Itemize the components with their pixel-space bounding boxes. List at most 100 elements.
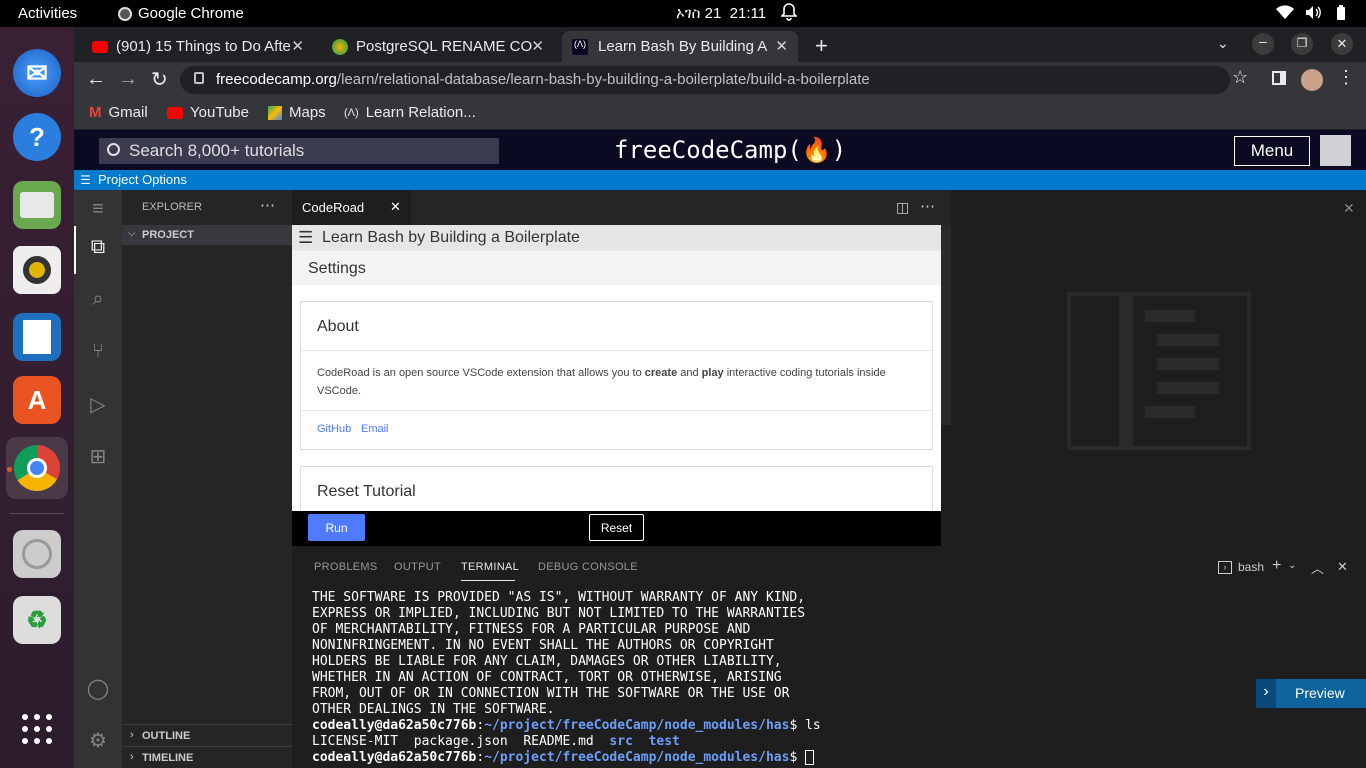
extensions-icon[interactable]: ⊞ bbox=[86, 444, 110, 468]
maximize-panel-icon[interactable]: ︿ bbox=[1311, 558, 1324, 577]
wifi-icon[interactable] bbox=[1276, 5, 1294, 24]
browser-tab-youtube[interactable]: (901) 15 Things to Do Afte ✕ bbox=[74, 31, 314, 62]
thunderbird-icon[interactable]: ✉ bbox=[13, 49, 61, 97]
tab-coderoad[interactable]: CodeRoad ✕ bbox=[292, 190, 411, 225]
menu-icon[interactable]: ≡ bbox=[86, 198, 110, 222]
gmail-icon: M bbox=[89, 104, 102, 121]
activities-button[interactable]: Activities bbox=[18, 5, 77, 22]
writer-icon[interactable] bbox=[13, 313, 61, 361]
preview-button[interactable]: › Preview bbox=[1256, 679, 1366, 708]
browser-tab-postgres[interactable]: PostgreSQL RENAME CO ✕ bbox=[314, 31, 554, 62]
browser-tab-active[interactable]: (Λ) Learn Bash By Building A ✕ bbox=[562, 31, 798, 62]
youtube-icon bbox=[92, 40, 108, 53]
apps-grid-icon[interactable] bbox=[13, 705, 61, 753]
explorer-title: EXPLORER bbox=[142, 201, 202, 213]
cursor bbox=[805, 750, 815, 765]
bookmark-label: Learn Relation... bbox=[365, 104, 476, 121]
files-explorer-icon[interactable]: ⧉ bbox=[86, 236, 110, 260]
terminal-output[interactable]: THE SOFTWARE IS PROVIDED "AS IS", WITHOU… bbox=[312, 590, 1212, 766]
disc-icon[interactable] bbox=[13, 530, 61, 578]
terminal-line: OTHER DEALINGS IN THE SOFTWARE. bbox=[312, 702, 555, 717]
bookmark-gmail[interactable]: M Gmail bbox=[89, 104, 148, 121]
terminal-line: HOLDERS BE LIABLE FOR ANY CLAIM, DAMAGES… bbox=[312, 654, 782, 669]
profile-avatar[interactable] bbox=[1301, 69, 1323, 91]
lock-icon bbox=[194, 72, 204, 84]
terminal-shell-selector[interactable]: › bash bbox=[1218, 560, 1264, 574]
files-icon[interactable] bbox=[13, 181, 61, 229]
running-indicator bbox=[7, 467, 12, 472]
back-menu-icon[interactable]: ☰ bbox=[298, 228, 313, 248]
clock[interactable]: ኦገስ 21 21:11 bbox=[676, 5, 766, 22]
app-menu[interactable]: Google Chrome bbox=[118, 5, 244, 22]
minimize-icon[interactable]: – bbox=[1252, 33, 1274, 55]
bookmark-maps[interactable]: Maps bbox=[268, 104, 326, 121]
outline-section[interactable]: › OUTLINE bbox=[122, 724, 292, 746]
new-terminal-icon[interactable]: + bbox=[1272, 557, 1281, 575]
coderoad-footer: Run Reset bbox=[292, 511, 941, 546]
tab-terminal[interactable]: TERMINAL bbox=[461, 561, 519, 573]
license-text: THE SOFTWARE IS PROVIDED "AS IS", WITHOU… bbox=[312, 590, 1212, 718]
more-actions-icon[interactable]: ⋯ bbox=[920, 197, 935, 215]
more-actions-icon[interactable]: ⋯ bbox=[260, 196, 275, 214]
account-icon[interactable]: ◯ bbox=[86, 676, 110, 700]
timeline-section[interactable]: › TIMELINE bbox=[122, 746, 292, 768]
dock-separator bbox=[10, 513, 64, 514]
tab-output[interactable]: OUTPUT bbox=[394, 561, 441, 573]
close-icon[interactable]: ✕ bbox=[1343, 200, 1355, 217]
app-center-icon[interactable]: A bbox=[13, 376, 61, 424]
settings-gear-icon[interactable]: ⚙ bbox=[86, 728, 110, 752]
prompt-line: codeally@da62a50c776b:~/project/freeCode… bbox=[312, 718, 821, 733]
divider bbox=[301, 350, 932, 351]
kebab-menu-icon[interactable]: ⋮ bbox=[1337, 67, 1355, 88]
volume-icon[interactable] bbox=[1305, 5, 1321, 24]
project-options-bar[interactable]: ☰ Project Options bbox=[74, 170, 1366, 190]
bookmark-youtube[interactable]: YouTube bbox=[167, 104, 249, 121]
email-link[interactable]: Email bbox=[361, 423, 389, 435]
reload-icon[interactable]: ↻ bbox=[151, 67, 168, 92]
menu-button[interactable]: Menu bbox=[1234, 136, 1310, 166]
chrome-app-icon bbox=[118, 6, 132, 21]
about-title: About bbox=[317, 318, 359, 335]
search-input[interactable]: Search 8,000+ tutorials bbox=[99, 138, 499, 164]
rhythmbox-icon[interactable] bbox=[13, 246, 61, 294]
bell-icon[interactable] bbox=[780, 3, 798, 25]
window-close-icon[interactable]: ✕ bbox=[1331, 33, 1353, 55]
webview-scrollbar[interactable] bbox=[941, 225, 951, 425]
coderoad-header: ☰ Learn Bash by Building a Boilerplate bbox=[292, 225, 941, 251]
vscode-watermark-icon bbox=[1067, 292, 1251, 450]
close-panel-icon[interactable]: ✕ bbox=[1337, 559, 1348, 575]
close-tab-icon[interactable]: ✕ bbox=[291, 37, 304, 55]
tab-title: (901) 15 Things to Do Afte bbox=[116, 38, 291, 55]
help-icon[interactable]: ? bbox=[13, 113, 61, 161]
terminal-line: THE SOFTWARE IS PROVIDED "AS IS", WITHOU… bbox=[312, 590, 806, 605]
close-tab-icon[interactable]: ✕ bbox=[775, 37, 788, 55]
search-icon[interactable]: ⌕ bbox=[86, 288, 110, 312]
tab-debug-console[interactable]: DEBUG CONSOLE bbox=[538, 561, 638, 573]
trash-icon[interactable]: ♻ bbox=[13, 596, 61, 644]
side-panel-icon[interactable] bbox=[1272, 71, 1286, 85]
fcc-logo[interactable]: freeCodeCamp(🔥) bbox=[614, 136, 846, 164]
github-link[interactable]: GitHub bbox=[317, 423, 351, 435]
run-button[interactable]: Run bbox=[308, 514, 365, 541]
restore-icon[interactable]: ❐ bbox=[1291, 33, 1313, 55]
tab-problems[interactable]: PROBLEMS bbox=[314, 561, 378, 573]
tab-search-icon[interactable]: ⌄ bbox=[1217, 35, 1229, 52]
reset-button[interactable]: Reset bbox=[589, 514, 644, 541]
address-bar[interactable]: freecodecamp.org/learn/relational-databa… bbox=[180, 66, 1230, 94]
user-avatar[interactable] bbox=[1320, 135, 1351, 166]
chrome-icon[interactable] bbox=[6, 437, 68, 499]
bookmark-learn-relational[interactable]: (Λ) Learn Relation... bbox=[344, 104, 476, 121]
close-tab-icon[interactable]: ✕ bbox=[531, 37, 544, 55]
bookmarks-bar: M Gmail YouTube Maps (Λ) Learn Relation... bbox=[74, 98, 1366, 129]
close-icon[interactable]: ✕ bbox=[390, 199, 401, 215]
forward-icon[interactable]: → bbox=[118, 68, 138, 91]
bookmark-star-icon[interactable]: ☆ bbox=[1232, 67, 1248, 88]
battery-icon[interactable] bbox=[1336, 5, 1346, 25]
source-control-icon[interactable]: ⑂ bbox=[86, 340, 110, 364]
run-debug-icon[interactable]: ▷ bbox=[86, 392, 110, 416]
split-editor-icon[interactable]: ◫ bbox=[896, 199, 909, 216]
new-tab-icon[interactable]: + bbox=[815, 33, 828, 59]
chevron-down-icon[interactable]: ⌄ bbox=[1288, 560, 1296, 571]
project-section[interactable]: ⌵ PROJECT bbox=[122, 225, 292, 245]
back-icon[interactable]: ← bbox=[86, 68, 106, 91]
